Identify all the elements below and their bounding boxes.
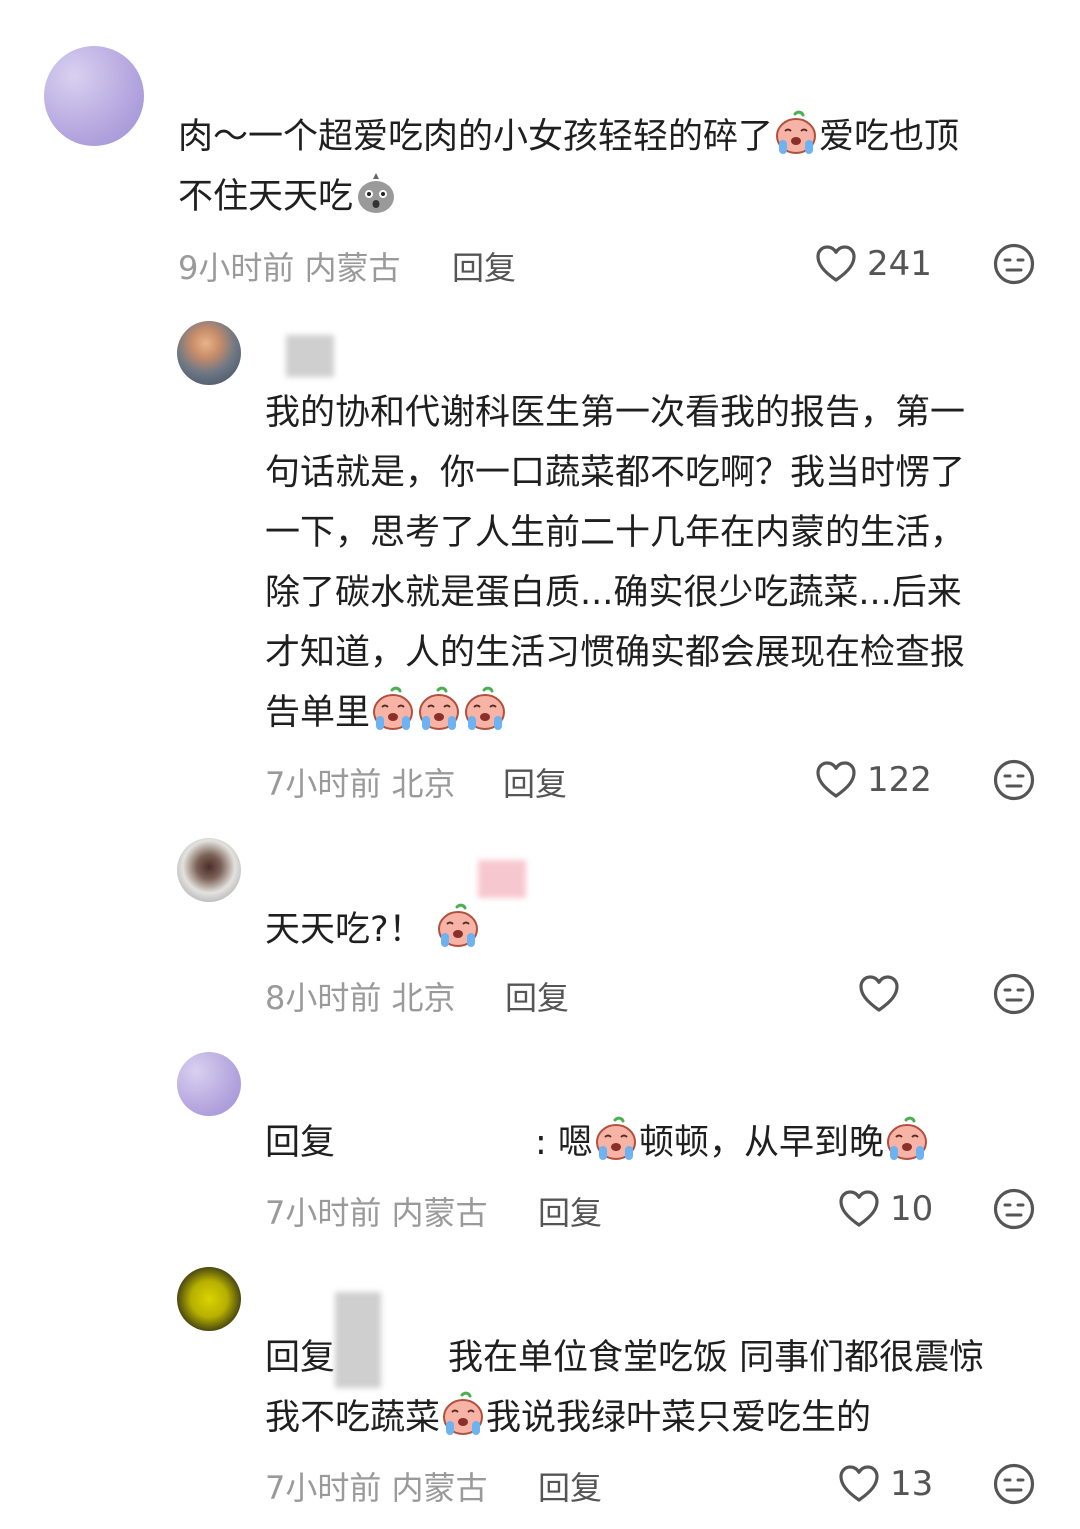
crying-peach-emoji-icon xyxy=(884,1116,930,1162)
crying-peach-emoji-icon xyxy=(416,686,462,732)
like-button[interactable]: 241 xyxy=(815,244,932,284)
neutral-face-icon[interactable] xyxy=(993,1188,1035,1230)
comment-text: 告单里 xyxy=(265,683,508,743)
crying-peach-emoji-icon xyxy=(462,686,508,732)
crying-peach-emoji-icon xyxy=(440,1391,486,1437)
comment-text-line2: 不住天天吃 xyxy=(178,167,399,227)
like-button[interactable] xyxy=(858,974,900,1014)
neutral-face-icon[interactable] xyxy=(993,1463,1035,1505)
avatar[interactable] xyxy=(177,1267,241,1331)
comment-text: 一下，思考了人生前二十几年在内蒙的生活， xyxy=(265,513,966,553)
comment-text: 肉～一个超爱吃肉的小女孩轻轻的碎了 爱吃也顶 xyxy=(178,107,959,167)
reply-button[interactable]: 回复 xyxy=(538,1463,602,1509)
comment-text: 我不吃蔬菜 我说我绿叶菜只爱吃生的 xyxy=(265,1388,871,1448)
like-count: 241 xyxy=(867,244,932,284)
like-button[interactable]: 122 xyxy=(815,760,932,800)
comment-text: 我的协和代谢科医生第一次看我的报告，第一 xyxy=(265,393,966,433)
like-count: 122 xyxy=(867,760,932,800)
comment-text: 句话就是，你一口蔬菜都不吃啊？我当时愣了 xyxy=(265,453,966,493)
crying-peach-emoji-icon xyxy=(773,110,819,156)
username-redacted[interactable] xyxy=(478,860,526,898)
comment-text: 我在单位食堂吃饭 同事们都很震惊 xyxy=(448,1338,985,1378)
crying-peach-emoji-icon xyxy=(370,686,416,732)
comment-text: 才知道，人的生活习惯确实都会展现在检查报 xyxy=(265,633,966,673)
like-button[interactable]: 13 xyxy=(838,1464,933,1504)
crying-peach-emoji-icon xyxy=(593,1116,639,1162)
heart-outline-icon xyxy=(838,1464,880,1504)
comment-meta: 7小时前 内蒙古 xyxy=(265,1194,488,1232)
reply-button[interactable]: 回复 xyxy=(503,759,567,805)
neutral-face-icon[interactable] xyxy=(993,243,1035,285)
comment-text: 除了碳水就是蛋白质...确实很少吃蔬菜...后来 xyxy=(265,573,962,613)
reply-button[interactable]: 回复 xyxy=(505,973,569,1019)
avatar[interactable] xyxy=(177,838,241,902)
like-count: 10 xyxy=(890,1189,934,1229)
username-redacted[interactable] xyxy=(286,335,334,377)
comment-meta: 7小时前 内蒙古 xyxy=(265,1469,488,1507)
crying-peach-emoji-icon xyxy=(435,903,481,949)
neutral-face-icon[interactable] xyxy=(993,973,1035,1015)
shocked-bag-emoji-icon xyxy=(353,170,399,216)
avatar[interactable] xyxy=(177,1052,241,1116)
heart-outline-icon xyxy=(838,1189,880,1229)
heart-outline-icon xyxy=(815,244,857,284)
reply-button[interactable]: 回复 xyxy=(538,1188,602,1234)
comment-text: 回复: 嗯顿顿，从早到晚 xyxy=(265,1113,930,1173)
heart-outline-icon xyxy=(815,760,857,800)
avatar[interactable] xyxy=(177,321,241,385)
reply-button[interactable]: 回复 xyxy=(452,243,516,289)
username-redacted[interactable] xyxy=(335,1292,381,1388)
comment-meta: 8小时前 北京 xyxy=(265,979,456,1017)
comment-text: 天天吃?！ xyxy=(265,900,481,960)
like-button[interactable]: 10 xyxy=(838,1189,933,1229)
comment-meta: 9小时前 内蒙古 xyxy=(178,249,401,287)
like-count: 13 xyxy=(890,1464,934,1504)
heart-outline-icon xyxy=(858,974,900,1014)
comment-text: 回复 xyxy=(265,1338,336,1378)
avatar[interactable] xyxy=(44,46,144,146)
comment-meta: 7小时前 北京 xyxy=(265,765,456,803)
neutral-face-icon[interactable] xyxy=(993,759,1035,801)
